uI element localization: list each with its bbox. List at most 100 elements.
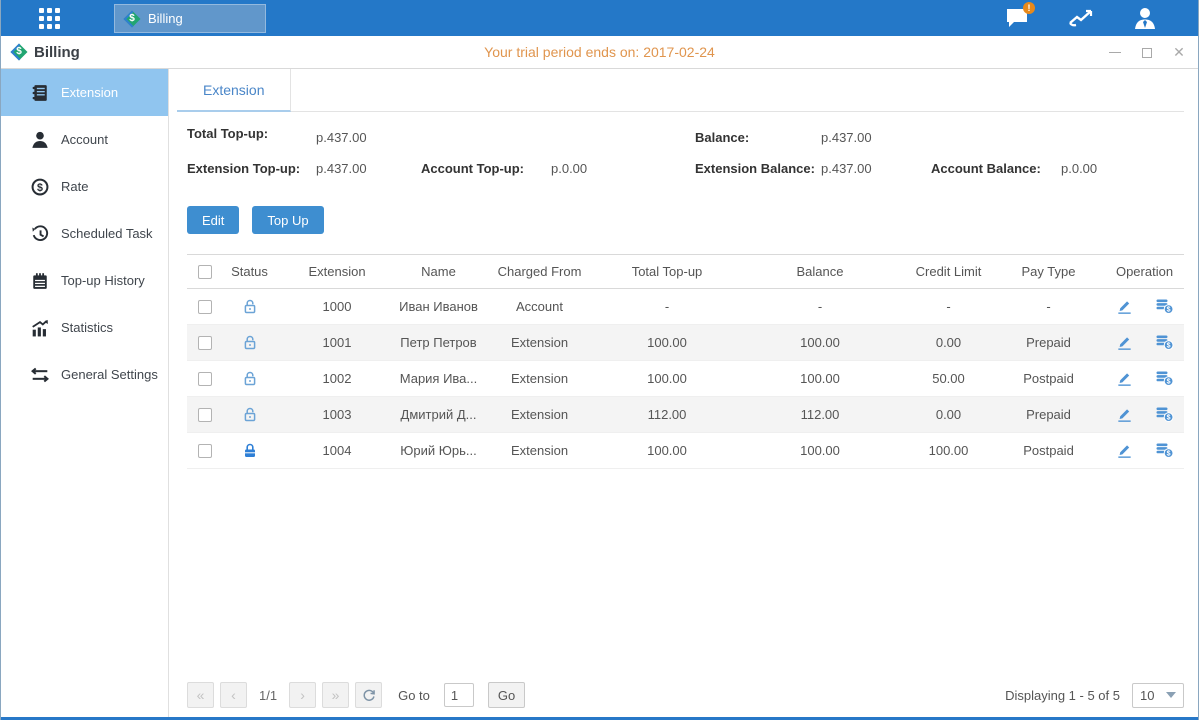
cell-balance: 100.00 [735,325,905,361]
sidebar-item-label: Statistics [61,320,113,335]
cell-charged-from: Extension [480,325,599,361]
sidebar-item-rate[interactable]: $ Rate [1,163,168,210]
col-total-topup: Total Top-up [599,255,735,289]
goto-page-input[interactable] [444,683,474,707]
extension-topup-label: Extension Top-up: [187,161,300,176]
maximize-button[interactable] [1140,46,1154,60]
calendar-icon [31,272,49,290]
svg-text:$: $ [1166,451,1170,458]
next-page-button[interactable]: › [289,682,316,708]
cell-total-topup: 100.00 [599,433,735,469]
top-up-row-icon[interactable]: $ [1155,334,1174,351]
col-charged-from: Charged From [480,255,599,289]
unlocked-status-icon [242,407,258,423]
total-topup-value: p.437.00 [316,130,367,145]
extension-balance-label: Extension Balance: [695,161,815,176]
cell-credit-limit: 0.00 [905,397,992,433]
page-size-select[interactable]: 10 [1132,683,1184,708]
cell-charged-from: Extension [480,397,599,433]
table-header-row: Status Extension Name Charged From Total… [187,255,1184,289]
cell-total-topup: 100.00 [599,325,735,361]
edit-row-icon[interactable] [1116,334,1133,351]
window-title-text: Billing [34,44,80,61]
cell-pay-type: Postpaid [992,433,1105,469]
cell-extension: 1004 [277,433,397,469]
top-up-row-icon[interactable]: $ [1155,370,1174,387]
balance-label: Balance: [695,130,749,145]
row-checkbox[interactable] [198,336,212,350]
app-launcher-grid-icon[interactable] [39,8,60,29]
history-clock-icon [31,225,49,243]
page-indicator: 1/1 [253,688,283,703]
edit-row-icon[interactable] [1116,370,1133,387]
svg-text:$: $ [1166,343,1170,350]
minimize-button[interactable] [1108,46,1122,60]
cell-pay-type: - [992,289,1105,325]
user-account-icon[interactable] [1132,5,1158,31]
top-up-row-icon[interactable]: $ [1155,442,1174,459]
tab-extension[interactable]: Extension [177,69,291,112]
account-balance-label: Account Balance: [931,161,1041,176]
statistics-chart-icon[interactable] [1068,5,1094,31]
edit-row-icon[interactable] [1116,298,1133,315]
extensions-table: Status Extension Name Charged From Total… [187,254,1184,469]
close-button[interactable]: ✕ [1172,46,1186,60]
sidebar-item-label: Top-up History [61,273,145,288]
row-checkbox[interactable] [198,372,212,386]
sidebar-item-account[interactable]: Account [1,116,168,163]
sidebar-item-extension[interactable]: Extension [1,69,168,116]
cell-pay-type: Postpaid [992,361,1105,397]
cell-name: Иван Иванов [397,289,480,325]
cell-credit-limit: 100.00 [905,433,992,469]
refresh-icon[interactable] [355,682,382,708]
table-row: 1002 Мария Ива... Extension 100.00 100.0… [187,361,1184,397]
unlocked-status-icon [242,335,258,351]
tab-strip: Extension [177,69,1184,112]
window-title: $ Billing [10,43,80,61]
cell-name: Петр Петров [397,325,480,361]
sidebar-item-general-settings[interactable]: General Settings [1,351,168,398]
unlocked-status-icon [242,299,258,315]
sidebar-item-scheduled-task[interactable]: Scheduled Task [1,210,168,257]
taskbar-item-billing[interactable]: $ Billing [114,4,266,33]
chevron-down-icon [1166,692,1176,698]
extension-balance-value: p.437.00 [821,161,872,176]
goto-label: Go to [398,688,430,703]
unlocked-status-icon [242,371,258,387]
sidebar: Extension Account $ Rate [1,69,169,717]
col-name: Name [397,255,480,289]
last-page-button[interactable]: » [322,682,349,708]
pagination-bar: « ‹ 1/1 › » Go to Go Di [187,682,1184,708]
billing-dollar-diamond-icon: $ [10,43,28,61]
sidebar-item-label: Scheduled Task [61,226,153,241]
account-topup-value: p.0.00 [551,161,587,176]
cell-extension: 1001 [277,325,397,361]
prev-page-button[interactable]: ‹ [220,682,247,708]
dollar-circle-icon: $ [31,178,49,196]
displaying-summary: Displaying 1 - 5 of 5 [1005,688,1120,703]
row-checkbox[interactable] [198,444,212,458]
sidebar-item-label: Rate [61,179,88,194]
col-operation: Operation [1105,255,1184,289]
sidebar-item-topup-history[interactable]: Top-up History [1,257,168,304]
first-page-button[interactable]: « [187,682,214,708]
top-up-button[interactable]: Top Up [252,206,323,234]
row-checkbox[interactable] [198,408,212,422]
cell-total-topup: 100.00 [599,361,735,397]
main-content: Extension Total Top-up: p.437.00 Balance… [169,69,1198,717]
go-button[interactable]: Go [488,682,525,708]
top-up-row-icon[interactable]: $ [1155,406,1174,423]
select-all-checkbox[interactable] [198,265,212,279]
edit-row-icon[interactable] [1116,406,1133,423]
edit-row-icon[interactable] [1116,442,1133,459]
cell-credit-limit: 0.00 [905,325,992,361]
sidebar-item-statistics[interactable]: Statistics [1,304,168,351]
top-up-row-icon[interactable]: $ [1155,298,1174,315]
row-checkbox[interactable] [198,300,212,314]
messages-icon[interactable]: ! [1004,5,1030,31]
svg-text:$: $ [1166,379,1170,386]
table-row: 1004 Юрий Юрь... Extension 100.00 100.00… [187,433,1184,469]
cell-balance: - [735,289,905,325]
sidebar-item-label: Extension [61,85,118,100]
edit-button[interactable]: Edit [187,206,239,234]
